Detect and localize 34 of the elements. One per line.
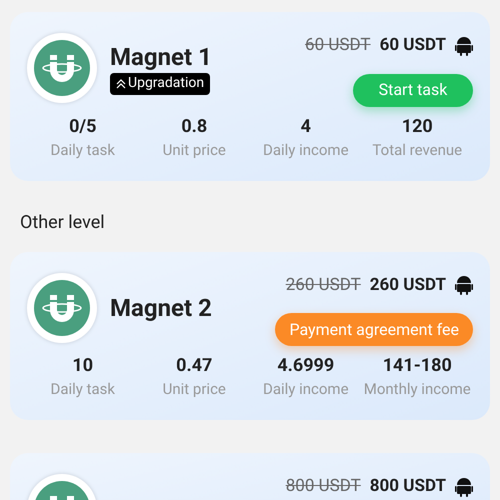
stat-value: 0.47 <box>176 354 212 378</box>
logo-icon <box>27 33 97 103</box>
original-price: 60 USDT <box>305 34 371 57</box>
badge-text: Upgradation <box>128 74 204 93</box>
stat-value: 0/5 <box>69 114 96 138</box>
price: 800 USDT <box>370 475 446 498</box>
logo-icon <box>27 272 97 342</box>
plan-name: Magnet 2 <box>110 292 212 322</box>
price: 60 USDT <box>380 34 446 57</box>
android-icon <box>455 36 473 56</box>
stat-label: Daily task <box>50 379 116 400</box>
stat-value: 141-180 <box>382 354 452 378</box>
price: 260 USDT <box>370 274 446 296</box>
original-price: 800 USDT <box>286 475 361 498</box>
stat-label: Daily income <box>262 140 349 160</box>
stat-label: Unit price <box>162 379 226 400</box>
stat-label: Daily task <box>50 140 116 160</box>
stat-label: Daily income <box>262 379 349 400</box>
android-icon <box>455 275 473 296</box>
double-chevron-up-icon <box>116 78 126 88</box>
stat-value: 0.8 <box>181 114 208 138</box>
stat-value: 4 <box>300 114 311 138</box>
stat-label: Monthly income <box>364 379 471 400</box>
stat-value: 4.6999 <box>277 354 334 378</box>
stat-label: Unit price <box>162 140 226 160</box>
original-price: 260 USDT <box>286 274 361 296</box>
android-icon <box>455 476 473 497</box>
section-title: Other level <box>19 210 106 234</box>
stat-value: 120 <box>402 114 433 138</box>
action-button[interactable]: Payment agreement fee <box>275 313 473 346</box>
stat-value: 10 <box>72 354 94 378</box>
stat-label: Total revenue <box>372 140 462 160</box>
action-button[interactable]: Start task <box>353 74 473 106</box>
plan-name: Magnet 1 <box>110 42 212 72</box>
